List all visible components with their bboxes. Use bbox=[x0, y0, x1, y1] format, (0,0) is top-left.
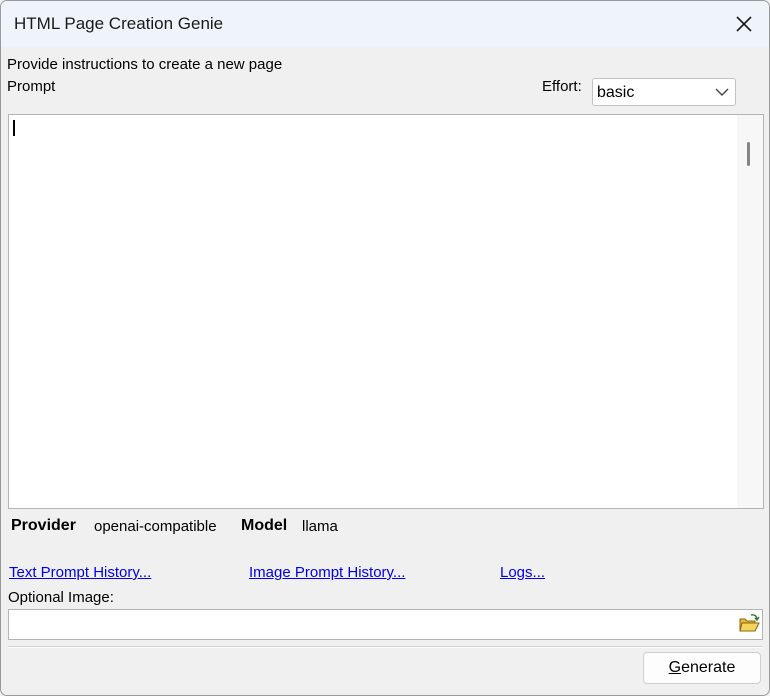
folder-open-icon bbox=[739, 614, 760, 632]
generate-button[interactable]: Generate bbox=[643, 652, 761, 684]
close-button[interactable] bbox=[729, 9, 759, 39]
effort-select[interactable]: basic bbox=[592, 78, 736, 106]
image-prompt-history-link[interactable]: Image Prompt History... bbox=[249, 564, 405, 581]
text-caret bbox=[13, 120, 15, 136]
prompt-scrollbar[interactable] bbox=[737, 115, 763, 508]
logs-link[interactable]: Logs... bbox=[500, 564, 545, 581]
title-bar[interactable]: HTML Page Creation Genie bbox=[1, 1, 769, 47]
text-prompt-history-link[interactable]: Text Prompt History... bbox=[9, 564, 151, 581]
prompt-label: Prompt bbox=[7, 78, 56, 95]
model-value: llama bbox=[302, 518, 338, 535]
window-title: HTML Page Creation Genie bbox=[14, 14, 224, 33]
close-icon bbox=[736, 16, 752, 32]
instructions-text: Provide instructions to create a new pag… bbox=[7, 56, 283, 73]
effort-selected-value: basic bbox=[597, 84, 635, 101]
provider-value: openai-compatible bbox=[94, 518, 217, 535]
optional-image-input[interactable] bbox=[9, 610, 736, 639]
chevron-down-icon bbox=[715, 88, 729, 96]
browse-image-button[interactable] bbox=[737, 612, 761, 636]
provider-label: Provider bbox=[11, 517, 76, 534]
effort-label: Effort: bbox=[542, 78, 582, 95]
optional-image-field bbox=[8, 609, 763, 640]
scrollbar-thumb[interactable] bbox=[747, 142, 750, 166]
dialog-window: HTML Page Creation Genie Provide instruc… bbox=[0, 0, 770, 696]
generate-label-rest: enerate bbox=[681, 659, 736, 676]
generate-accelerator: G bbox=[668, 659, 682, 676]
footer-separator bbox=[8, 646, 763, 648]
prompt-textarea[interactable] bbox=[8, 114, 764, 509]
optional-image-label: Optional Image: bbox=[8, 589, 114, 606]
model-label: Model bbox=[241, 517, 288, 534]
